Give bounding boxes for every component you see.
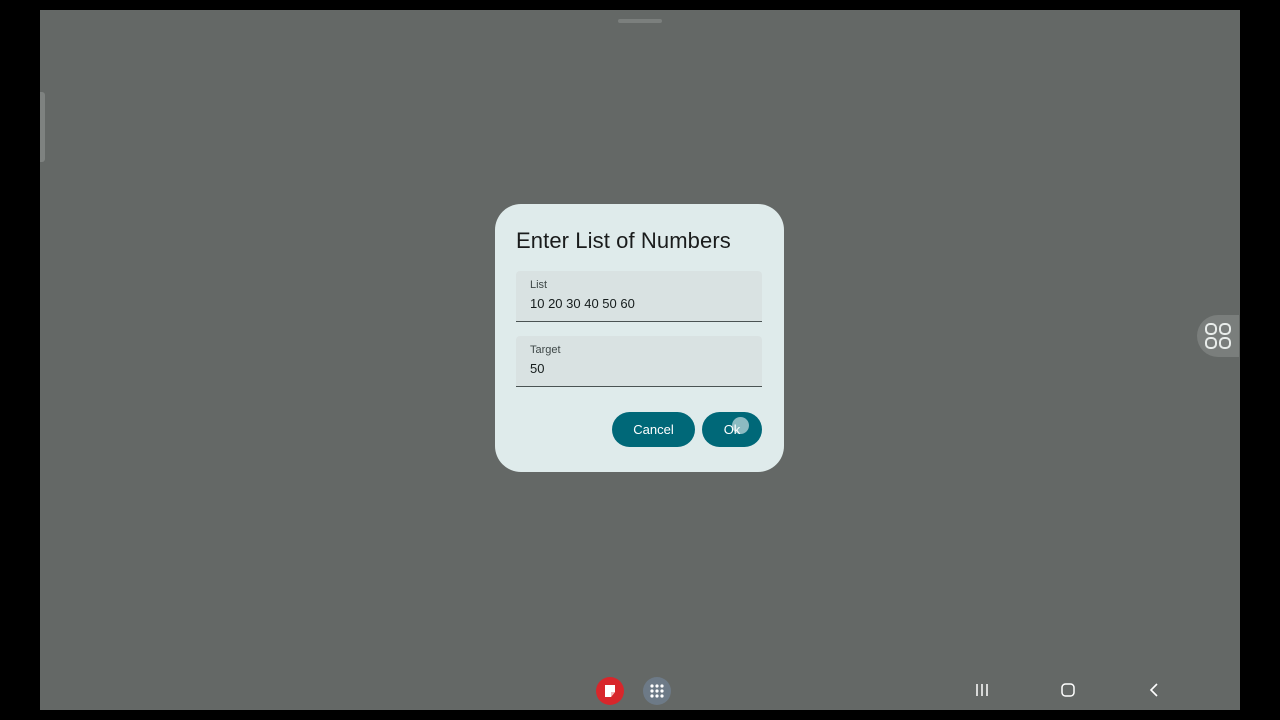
floating-multiwindow-button[interactable] (1197, 315, 1239, 357)
input-dialog: Enter List of Numbers List Target Cancel… (495, 204, 784, 472)
cancel-button[interactable]: Cancel (612, 412, 695, 447)
cancel-button-label: Cancel (633, 422, 674, 437)
recents-button[interactable] (968, 678, 996, 702)
list-input[interactable] (530, 296, 750, 311)
grid-dots-icon (650, 684, 664, 698)
home-icon (1061, 683, 1075, 697)
target-input[interactable] (530, 361, 750, 376)
home-button[interactable] (1054, 678, 1082, 702)
top-drag-handle[interactable] (618, 19, 662, 23)
notes-app-icon[interactable] (596, 677, 624, 705)
note-glyph-icon (605, 685, 615, 697)
back-icon (1149, 683, 1158, 697)
back-button[interactable] (1140, 678, 1168, 702)
list-field-label: List (530, 279, 548, 291)
device-screen: Enter List of Numbers List Target Cancel… (40, 10, 1240, 710)
taskbar (40, 670, 1240, 710)
target-field-label: Target (530, 344, 561, 356)
list-field[interactable]: List (516, 271, 762, 322)
target-field[interactable]: Target (516, 336, 762, 387)
ok-button[interactable]: Ok (702, 412, 762, 447)
recents-icon (976, 684, 988, 696)
app-drawer-icon[interactable] (643, 677, 671, 705)
multiwindow-icon (1205, 323, 1231, 349)
dialog-title: Enter List of Numbers (516, 228, 731, 253)
edge-panel-handle[interactable] (40, 92, 45, 162)
ok-button-label: Ok (723, 422, 741, 437)
